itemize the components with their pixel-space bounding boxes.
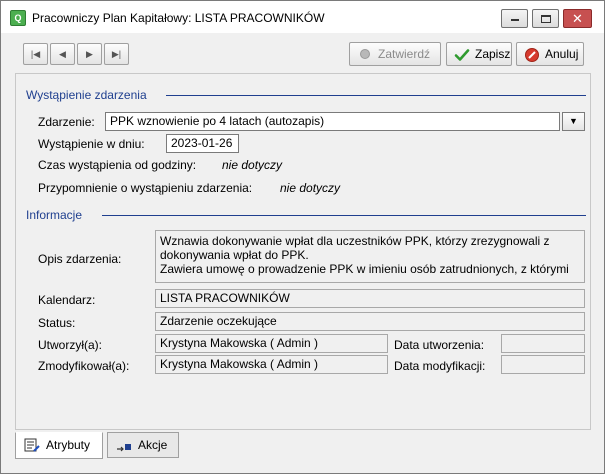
description-line: dokonywania wpłat do PPK. xyxy=(160,248,309,262)
cancel-icon xyxy=(525,48,539,62)
confirm-button[interactable]: Zatwierdź xyxy=(349,42,441,66)
tab-attributes[interactable]: Atrybuty xyxy=(15,432,103,459)
occurrence-section-title: Wystąpienie zdarzenia xyxy=(26,88,147,102)
checkmark-icon xyxy=(454,49,470,61)
chevron-down-icon: ▼ xyxy=(569,116,578,126)
info-section-title: Informacje xyxy=(26,208,83,222)
status-label: Status: xyxy=(38,316,76,330)
created-by-field: Krystyna Makowska ( Admin ) xyxy=(155,334,388,353)
confirm-icon xyxy=(360,49,370,59)
tab-attributes-label: Atrybuty xyxy=(46,438,91,452)
actions-icon xyxy=(117,444,131,452)
reminder-value: nie dotyczy xyxy=(280,181,341,195)
created-date-label: Data utworzenia: xyxy=(394,338,485,352)
last-record-button[interactable]: ▶| xyxy=(104,43,129,65)
maximize-button[interactable] xyxy=(532,9,559,28)
previous-icon: ◀ xyxy=(59,49,66,59)
cancel-button[interactable]: Anuluj xyxy=(516,42,584,66)
modified-by-field: Krystyna Makowska ( Admin ) xyxy=(155,355,388,374)
event-select[interactable]: PPK wznowienie po 4 latach (autozapis) xyxy=(105,112,560,131)
modified-date-field xyxy=(501,355,585,374)
save-button[interactable]: Zapisz xyxy=(446,42,512,66)
last-icon: ▶| xyxy=(111,49,122,59)
cancel-label: Anuluj xyxy=(545,47,579,61)
reminder-label: Przypomnienie o wystąpieniu zdarzenia: xyxy=(38,181,253,195)
tab-actions[interactable]: Akcje xyxy=(107,432,179,458)
app-window: Q Pracowniczy Plan Kapitałowy: LISTA PRA… xyxy=(0,0,605,474)
time-label: Czas wystąpienia od godziny: xyxy=(38,158,197,172)
description-label: Opis zdarzenia: xyxy=(38,252,122,266)
modified-by-label: Zmodyfikował(a): xyxy=(38,359,130,373)
maximize-icon xyxy=(541,15,551,23)
date-label: Wystąpienie w dniu: xyxy=(38,137,145,151)
title-bar[interactable]: Q Pracowniczy Plan Kapitałowy: LISTA PRA… xyxy=(1,1,604,33)
tab-actions-label: Akcje xyxy=(138,438,168,452)
save-label: Zapisz xyxy=(475,47,511,61)
event-label: Zdarzenie: xyxy=(38,115,95,129)
description-line: Zawiera umowę o prowadzenie PPK w imieni… xyxy=(160,262,569,276)
app-icon: Q xyxy=(10,10,26,26)
description-field[interactable]: Wznawia dokonywanie wpłat dla uczestnikó… xyxy=(155,230,585,283)
next-icon: ▶ xyxy=(86,49,93,59)
confirm-label: Zatwierdź xyxy=(378,47,431,61)
first-icon: |◀ xyxy=(30,49,41,59)
toolbar: |◀ ◀ ▶ ▶| Zatwierdź Zapisz Anuluj xyxy=(1,33,604,71)
minimize-icon xyxy=(511,19,519,21)
modified-date-label: Data modyfikacji: xyxy=(394,359,486,373)
details-panel: Wystąpienie zdarzenia Zdarzenie: PPK wzn… xyxy=(15,73,591,430)
minimize-button[interactable] xyxy=(501,9,528,28)
close-icon: ✕ xyxy=(572,11,583,26)
event-dropdown-button[interactable]: ▼ xyxy=(562,112,585,131)
close-button[interactable]: ✕ xyxy=(563,9,592,28)
time-value: nie dotyczy xyxy=(222,158,283,172)
date-input[interactable]: 2023-01-26 xyxy=(166,134,239,153)
attributes-icon xyxy=(24,438,40,452)
previous-record-button[interactable]: ◀ xyxy=(50,43,75,65)
calendar-label: Kalendarz: xyxy=(38,293,96,307)
created-by-label: Utworzył(a): xyxy=(38,338,103,352)
first-record-button[interactable]: |◀ xyxy=(23,43,48,65)
next-record-button[interactable]: ▶ xyxy=(77,43,102,65)
status-field: Zdarzenie oczekujące xyxy=(155,312,585,331)
occurrence-section-divider xyxy=(166,95,586,96)
description-line: Wznawia dokonywanie wpłat dla uczestnikó… xyxy=(160,234,550,248)
info-section-divider xyxy=(102,215,586,216)
created-date-field xyxy=(501,334,585,353)
window-title: Pracowniczy Plan Kapitałowy: LISTA PRACO… xyxy=(32,11,325,25)
calendar-field: LISTA PRACOWNIKÓW xyxy=(155,289,585,308)
